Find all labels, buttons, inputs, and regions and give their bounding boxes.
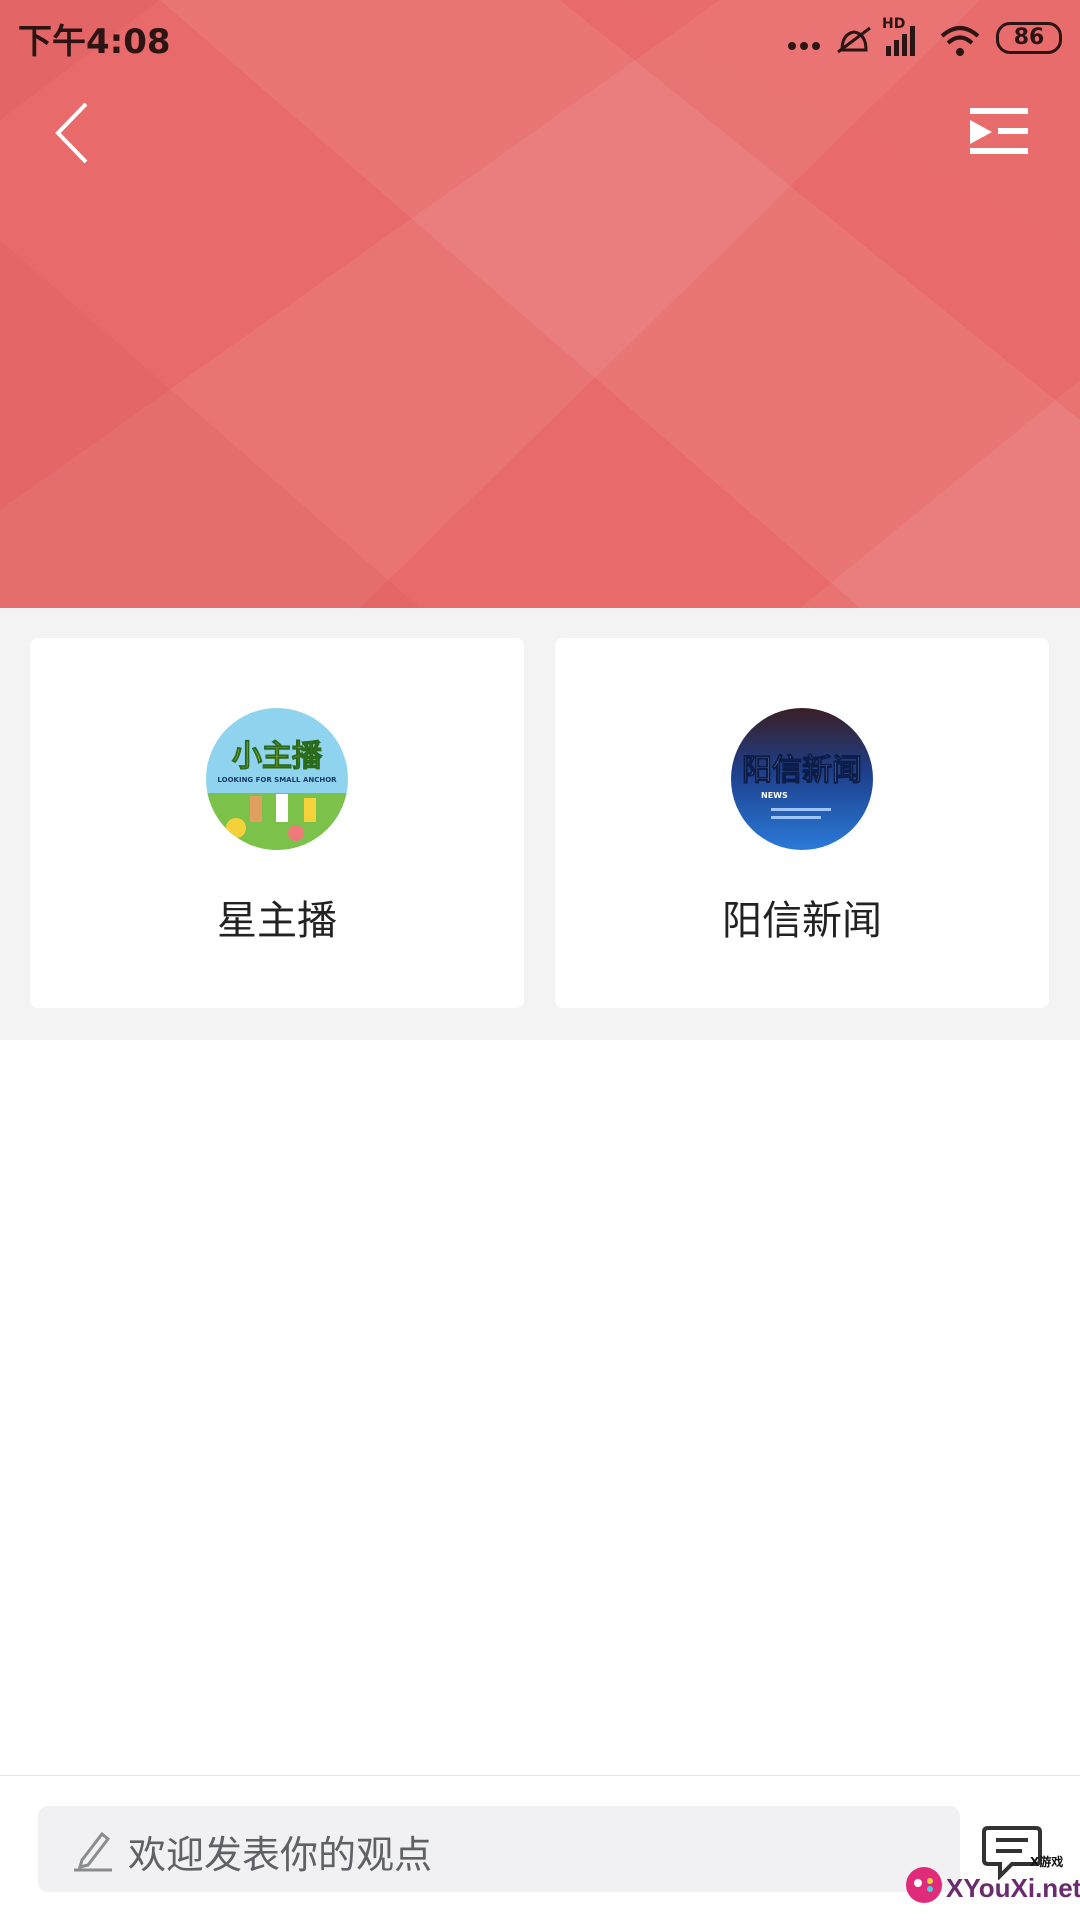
channel-card-star-anchor[interactable]: 小主播 LOOKING FOR SMALL ANCHOR 星主播: [30, 638, 524, 1008]
comment-placeholder: 欢迎发表你的观点: [128, 1833, 433, 1877]
playlist-icon[interactable]: [970, 108, 1030, 154]
comment-input[interactable]: 欢迎发表你的观点: [38, 1806, 960, 1892]
watermark-small-text: X游戏: [1030, 1855, 1064, 1869]
avatar-caption: NEWS: [761, 791, 788, 800]
watermark-text: XYouXi.net: [946, 1873, 1080, 1903]
gamepad-logo-icon: [906, 1867, 942, 1903]
status-time: 下午4:08: [18, 22, 171, 62]
more-dots-icon: [788, 42, 820, 50]
channel-avatar: 阳信新闻 NEWS: [731, 708, 873, 850]
channel-name: 星主播: [217, 898, 337, 944]
channel-card-yangxin-news[interactable]: 阳信新闻 NEWS 阳信新闻: [555, 638, 1049, 1008]
pencil-icon: [74, 1831, 112, 1872]
wifi-icon: [940, 26, 980, 56]
channel-avatar: 小主播 LOOKING FOR SMALL ANCHOR: [206, 708, 348, 850]
chevron-left-icon[interactable]: [44, 98, 104, 168]
channel-name: 阳信新闻: [722, 898, 882, 944]
header-banner: 下午4:08 HD 86: [0, 0, 1080, 608]
status-bar: 下午4:08 HD 86: [0, 0, 1080, 72]
watermark-logo: X游戏 XYouXi.net: [902, 1853, 1080, 1913]
battery-level: 86: [1013, 25, 1045, 50]
battery-icon: 86: [996, 22, 1062, 54]
channel-grid: 小主播 LOOKING FOR SMALL ANCHOR 星主播 阳信新闻 NE…: [0, 608, 1080, 1040]
avatar-title: 小主播: [232, 739, 323, 774]
network-type: HD: [882, 16, 906, 32]
header-background-pattern: [0, 0, 1080, 608]
comment-bar: 欢迎发表你的观点 X游戏 XYouXi.net: [0, 1775, 1080, 1921]
mute-bell-icon: [837, 26, 871, 54]
avatar-caption: LOOKING FOR SMALL ANCHOR: [217, 776, 337, 784]
avatar-title: 阳信新闻: [742, 753, 862, 788]
